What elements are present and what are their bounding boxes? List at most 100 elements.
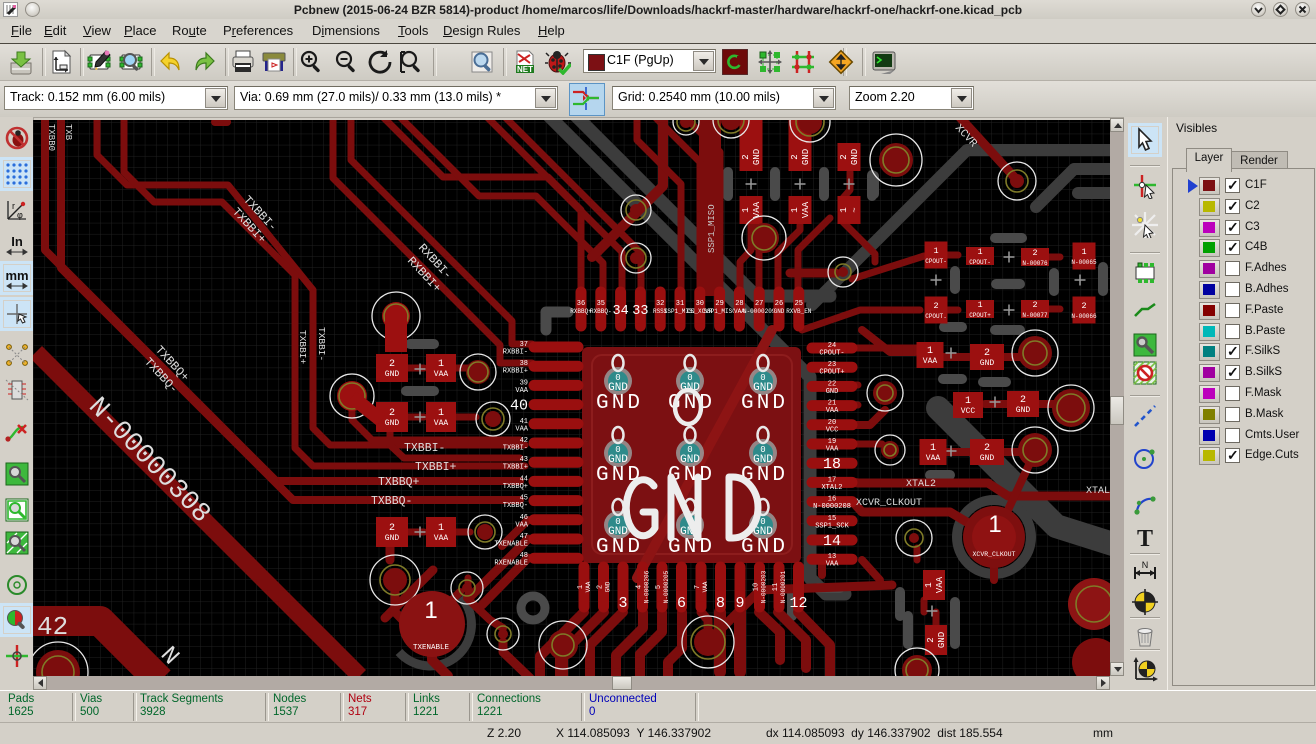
svg-text:2: 2 (389, 523, 395, 534)
svg-text:TXBBI-: TXBBI- (503, 445, 528, 453)
svg-text:GND: GND (385, 534, 400, 543)
svg-text:1: 1 (1081, 247, 1086, 257)
svg-text:1: 1 (438, 408, 444, 419)
svg-text:VAA: VAA (515, 387, 528, 395)
svg-text:40: 40 (510, 398, 528, 415)
svg-text:31: 31 (676, 300, 684, 308)
svg-text:TXBBI+: TXBBI+ (415, 461, 457, 474)
svg-text:8: 8 (716, 595, 725, 612)
svg-text:32: 32 (656, 300, 664, 308)
svg-text:GND: GND (668, 536, 712, 559)
svg-text:14: 14 (823, 533, 841, 550)
svg-text:XTAL2: XTAL2 (906, 479, 936, 490)
svg-text:1: 1 (924, 582, 934, 587)
svg-text:TXBBI-: TXBBI- (316, 327, 327, 361)
svg-text:N: N (1142, 560, 1149, 570)
svg-text:2: 2 (389, 359, 395, 370)
svg-text:GND: GND (1016, 406, 1031, 415)
svg-text:1: 1 (977, 300, 982, 310)
svg-text:TXBBQ-: TXBBQ- (371, 495, 412, 508)
svg-text:VAA: VAA (801, 201, 811, 218)
svg-text:4: 4 (636, 585, 644, 589)
svg-text:N-0000201: N-0000201 (780, 570, 787, 603)
svg-text:GND: GND (385, 419, 400, 428)
svg-text:In: In (11, 234, 23, 249)
svg-text:mm: mm (5, 268, 28, 283)
svg-text:RXBBI-: RXBBI- (503, 349, 528, 357)
svg-text:GND: GND (741, 536, 785, 559)
svg-text:CPOUT+: CPOUT+ (969, 312, 991, 319)
svg-text:1: 1 (927, 346, 933, 357)
svg-text:RXENABLE: RXENABLE (494, 560, 528, 568)
svg-text:CPOUT-: CPOUT- (925, 258, 947, 265)
svg-text:2: 2 (926, 637, 936, 642)
svg-text:N-0000209: N-0000209 (743, 308, 776, 315)
svg-text:VCC: VCC (961, 407, 976, 416)
svg-text:GND: GND (774, 308, 785, 315)
svg-text:1: 1 (577, 585, 585, 589)
svg-text:GND: GND (980, 454, 995, 463)
svg-text:TXBB0: TXBB0 (46, 124, 56, 151)
svg-text:T: T (1137, 526, 1153, 551)
svg-text:GND: GND (980, 359, 995, 368)
svg-text:TXBBI-: TXBBI- (404, 442, 445, 455)
svg-text:1: 1 (977, 247, 982, 257)
svg-text:1: 1 (839, 207, 849, 212)
svg-text:2: 2 (790, 154, 800, 159)
svg-text:2: 2 (389, 408, 395, 419)
svg-text:NET: NET (517, 65, 533, 74)
svg-text:33: 33 (632, 304, 648, 319)
svg-text:CPOUT-: CPOUT- (819, 350, 844, 358)
svg-text:2: 2 (1032, 300, 1037, 310)
svg-text:SSP1_MISO: SSP1_MISO (707, 204, 717, 253)
svg-text:CPOUT-: CPOUT- (969, 259, 991, 266)
svg-text:18: 18 (823, 456, 841, 473)
svg-text:VAA: VAA (434, 419, 449, 428)
svg-text:2: 2 (933, 301, 938, 311)
svg-text:1: 1 (438, 523, 444, 534)
svg-text:XCVR_CLKOUT: XCVR_CLKOUT (973, 551, 1016, 558)
svg-text:2: 2 (597, 585, 605, 589)
svg-text:1: 1 (933, 246, 938, 256)
svg-text:SSP1_SCK: SSP1_SCK (815, 522, 849, 530)
svg-text:r: r (12, 201, 15, 211)
svg-text:TXBBI+: TXBBI+ (503, 464, 528, 472)
svg-text:GND: GND (850, 149, 860, 165)
svg-text:GND: GND (801, 149, 811, 165)
svg-text:10: 10 (753, 583, 761, 591)
svg-text:N-00076: N-00076 (1022, 260, 1048, 267)
svg-text:11: 11 (772, 583, 780, 591)
svg-text:VAA: VAA (923, 357, 938, 366)
svg-text:VAA: VAA (515, 521, 528, 529)
svg-text:3: 3 (618, 595, 627, 612)
svg-text:1: 1 (965, 396, 971, 407)
svg-text:N-0000205: N-0000205 (663, 570, 670, 603)
svg-text:TXB: TXB (63, 124, 73, 141)
svg-text:RXBBI+: RXBBI+ (503, 368, 528, 376)
svg-text:2: 2 (1032, 248, 1037, 258)
svg-text:36: 36 (577, 300, 585, 308)
svg-text:VAA: VAA (826, 407, 839, 415)
svg-text:VAA: VAA (752, 201, 762, 218)
svg-text:XTAL: XTAL (1086, 486, 1110, 497)
svg-text:1: 1 (424, 597, 437, 624)
svg-text:GND: GND (752, 149, 762, 165)
svg-text:RXBBQ+: RXBBQ+ (570, 308, 592, 315)
svg-text:30: 30 (696, 300, 704, 308)
svg-text:VAA: VAA (702, 581, 709, 592)
svg-text:N-0000203: N-0000203 (761, 570, 768, 603)
svg-text:7: 7 (694, 585, 702, 589)
svg-text:RXVB_EN: RXVB_EN (786, 308, 812, 315)
svg-text:2: 2 (1081, 301, 1086, 311)
svg-text:12: 12 (789, 595, 807, 612)
svg-text:GND: GND (826, 388, 839, 396)
svg-text:34: 34 (612, 304, 628, 319)
svg-text:2: 2 (839, 154, 849, 159)
svg-text:1: 1 (930, 443, 936, 454)
svg-text:VCC: VCC (826, 426, 839, 434)
svg-text:XTAL2: XTAL2 (821, 484, 842, 492)
svg-text:φ: φ (17, 210, 23, 220)
svg-text:1: 1 (790, 207, 800, 212)
svg-text:VAA: VAA (935, 576, 945, 593)
svg-text:~: ~ (850, 207, 860, 212)
